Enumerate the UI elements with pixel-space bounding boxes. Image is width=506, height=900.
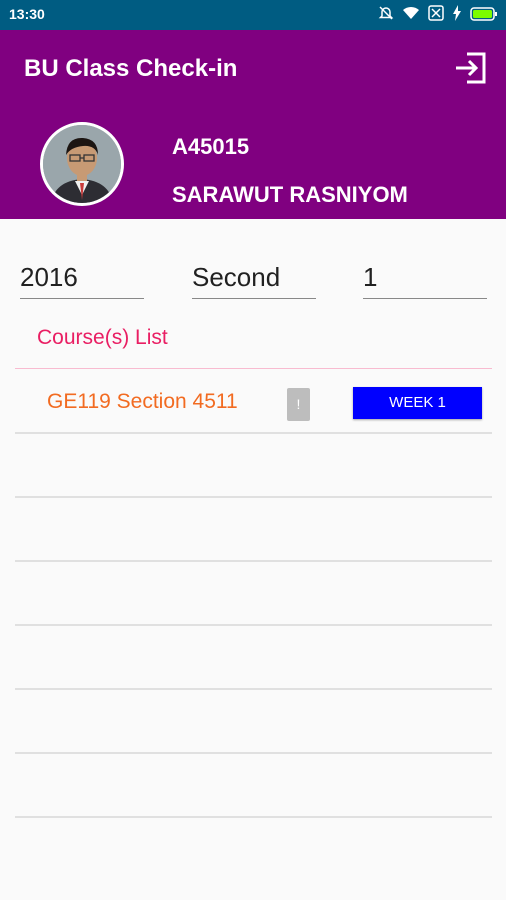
status-time: 13:30 [9,6,45,22]
status-icons [378,5,498,25]
divider [15,432,492,434]
status-bar: 13:30 [0,0,506,30]
app-title: BU Class Check-in [24,55,238,82]
term-field[interactable]: 1 [363,262,487,299]
courses-list-label: Course(s) List [37,326,168,349]
divider [15,688,492,690]
week-button[interactable]: WEEK 1 [353,387,482,419]
divider [15,752,492,754]
logout-button[interactable] [450,50,490,90]
info-button[interactable]: ! [287,388,310,421]
app-header: BU Class Check-in A45015 SARAWUT RASNIYO… [0,30,506,219]
semester-field[interactable]: Second [192,262,316,299]
divider [15,496,492,498]
wifi-icon [402,5,420,25]
charge-icon [452,5,462,25]
avatar [40,122,124,206]
mute-icon [378,5,394,25]
close-icon [428,5,444,25]
year-field[interactable]: 2016 [20,262,144,299]
student-id: A45015 [172,134,250,159]
divider [15,560,492,562]
course-name: GE119 Section 4511 [47,390,238,413]
divider [15,368,492,369]
divider [15,816,492,818]
list-item[interactable]: GE119 Section 4511 ! WEEK 1 [15,370,492,433]
logout-icon [452,50,488,90]
divider [15,624,492,626]
battery-icon [470,6,498,25]
student-name: SARAWUT RASNIYOM [172,182,408,207]
